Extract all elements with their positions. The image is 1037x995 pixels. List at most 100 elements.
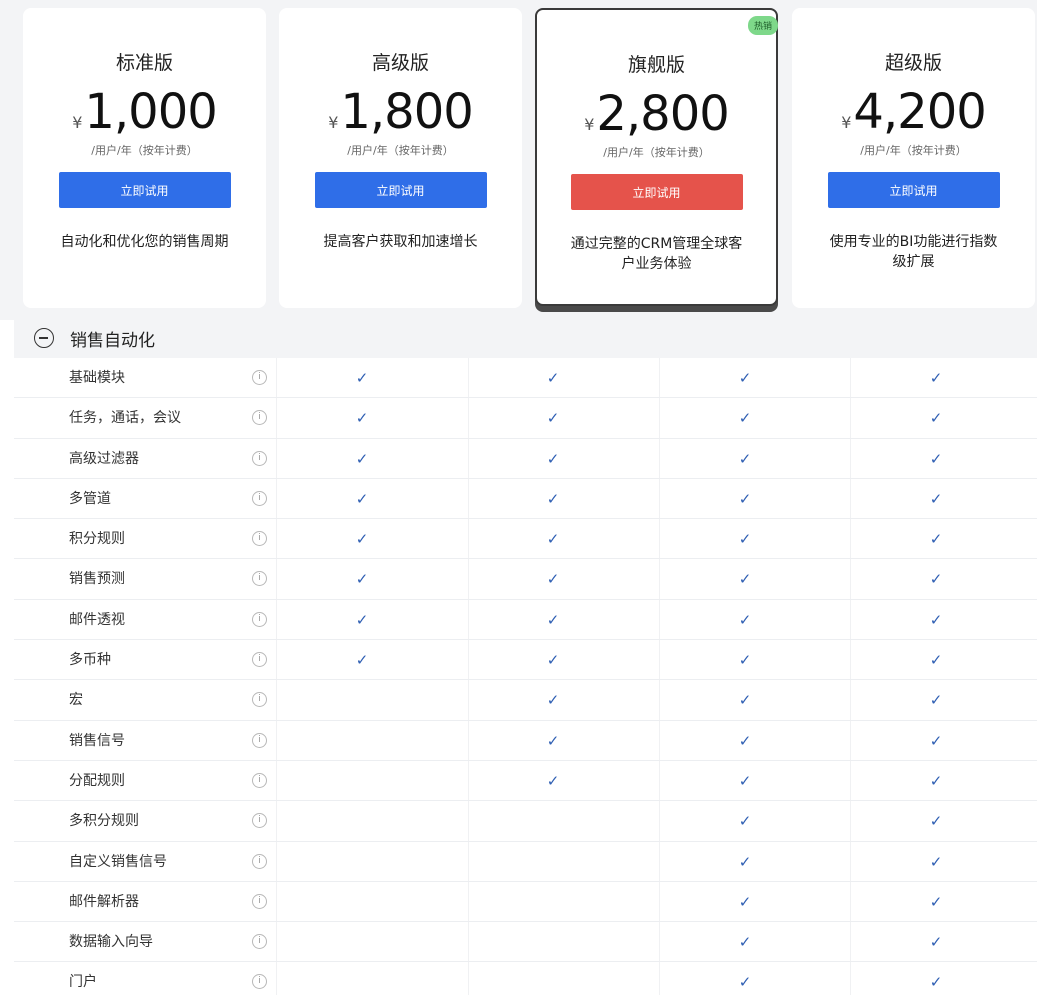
check-icon: ✓ bbox=[929, 771, 943, 790]
column-divider bbox=[276, 640, 277, 680]
table-row: 分配规则 i ✓ ✓ ✓ bbox=[14, 760, 1037, 802]
column-divider bbox=[659, 438, 660, 478]
column-divider bbox=[276, 599, 277, 640]
try-now-button[interactable]: 立即试用 bbox=[314, 172, 487, 208]
check-icon: ✓ bbox=[929, 731, 943, 750]
info-icon[interactable]: i bbox=[252, 531, 267, 547]
column-divider bbox=[659, 398, 660, 438]
column-divider bbox=[468, 438, 469, 478]
check-icon: ✓ bbox=[546, 570, 560, 589]
info-icon[interactable]: i bbox=[252, 934, 267, 950]
check-icon: ✓ bbox=[546, 731, 560, 750]
info-icon[interactable]: i bbox=[252, 450, 267, 466]
plan-description: 通过完整的CRM管理全球客户业务体验 bbox=[570, 236, 743, 272]
feature-name: 积分规则 bbox=[69, 531, 125, 548]
column-divider bbox=[850, 478, 851, 519]
info-icon[interactable]: i bbox=[252, 370, 267, 385]
column-divider bbox=[468, 559, 469, 599]
check-icon: ✓ bbox=[929, 369, 943, 387]
currency-symbol: ¥ bbox=[328, 113, 339, 132]
try-now-button[interactable]: 立即试用 bbox=[58, 172, 231, 208]
info-icon[interactable]: i bbox=[252, 772, 267, 788]
column-divider bbox=[468, 358, 469, 398]
try-now-button[interactable]: 立即试用 bbox=[827, 172, 1000, 208]
column-divider bbox=[468, 478, 469, 519]
column-divider bbox=[850, 438, 851, 478]
column-divider bbox=[468, 599, 469, 640]
plan-card-standard: 标准版 ¥ 1,000 /用户/年（按年计费） 立即试用 自动化和优化您的销售周… bbox=[23, 8, 266, 308]
price-row: ¥ 1,000 bbox=[72, 86, 218, 138]
check-icon: ✓ bbox=[738, 449, 752, 468]
check-icon: ✓ bbox=[738, 651, 752, 670]
column-divider bbox=[850, 962, 851, 995]
feature-name: 分配规则 bbox=[69, 772, 125, 789]
column-divider bbox=[276, 438, 277, 478]
column-divider bbox=[468, 680, 469, 720]
section-header-sales-automation[interactable]: 销售自动化 bbox=[14, 318, 1037, 358]
check-icon: ✓ bbox=[929, 973, 943, 992]
feature-name: 多积分规则 bbox=[69, 813, 139, 830]
currency-symbol: ¥ bbox=[841, 113, 852, 132]
check-icon: ✓ bbox=[738, 812, 752, 831]
check-icon: ✓ bbox=[546, 651, 560, 670]
column-divider bbox=[850, 922, 851, 962]
info-icon[interactable]: i bbox=[252, 611, 267, 627]
plan-card-flagship: 热销 旗舰版 ¥ 2,800 /用户/年（按年计费） 立即试用 通过完整的CRM… bbox=[535, 8, 778, 306]
column-divider bbox=[659, 680, 660, 720]
table-row: 门户 i ✓ ✓ bbox=[14, 962, 1037, 995]
price-unit: /用户/年（按年计费） bbox=[603, 146, 710, 159]
check-icon: ✓ bbox=[929, 489, 943, 508]
column-divider bbox=[276, 881, 277, 922]
info-icon[interactable]: i bbox=[252, 813, 267, 829]
feature-name: 数据输入向导 bbox=[69, 934, 153, 951]
check-icon: ✓ bbox=[738, 530, 752, 549]
check-icon: ✓ bbox=[546, 489, 560, 508]
info-icon[interactable]: i bbox=[252, 692, 267, 708]
check-icon: ✓ bbox=[738, 489, 752, 508]
info-icon[interactable]: i bbox=[252, 974, 267, 990]
table-row: 积分规则 i ✓ ✓ ✓ ✓ bbox=[14, 519, 1037, 560]
column-divider bbox=[659, 720, 660, 760]
table-row: 数据输入向导 i ✓ ✓ bbox=[14, 922, 1037, 963]
check-icon: ✓ bbox=[929, 651, 943, 670]
column-divider bbox=[659, 760, 660, 801]
check-icon: ✓ bbox=[738, 973, 752, 992]
check-icon: ✓ bbox=[929, 691, 943, 710]
info-icon[interactable]: i bbox=[252, 652, 267, 668]
info-icon[interactable]: i bbox=[252, 732, 267, 748]
table-row: 销售信号 i ✓ ✓ ✓ bbox=[14, 720, 1037, 761]
plan-name: 高级版 bbox=[371, 52, 429, 74]
info-icon[interactable]: i bbox=[252, 571, 267, 587]
column-divider bbox=[468, 801, 469, 841]
plan-description: 提高客户获取和加速增长 bbox=[323, 234, 478, 250]
info-icon[interactable]: i bbox=[252, 410, 267, 426]
column-divider bbox=[850, 640, 851, 680]
table-row: 多积分规则 i ✓ ✓ bbox=[14, 801, 1037, 842]
feature-name: 邮件透视 bbox=[69, 611, 125, 628]
plan-description: 自动化和优化您的销售周期 bbox=[60, 234, 229, 250]
column-divider bbox=[850, 841, 851, 881]
info-icon[interactable]: i bbox=[252, 853, 267, 869]
plan-price: 2,800 bbox=[596, 86, 729, 142]
table-row: 多管道 i ✓ ✓ ✓ ✓ bbox=[14, 478, 1037, 520]
column-divider bbox=[850, 398, 851, 438]
check-icon: ✓ bbox=[355, 530, 369, 549]
check-icon: ✓ bbox=[929, 892, 943, 911]
column-divider bbox=[850, 559, 851, 599]
table-row: 基础模块 i ✓ ✓ ✓ ✓ bbox=[14, 358, 1037, 399]
column-divider bbox=[276, 478, 277, 519]
column-divider bbox=[659, 478, 660, 519]
plan-price: 4,200 bbox=[853, 84, 986, 140]
check-icon: ✓ bbox=[355, 651, 369, 670]
info-icon[interactable]: i bbox=[252, 490, 267, 506]
try-now-button[interactable]: 立即试用 bbox=[570, 174, 743, 210]
hot-badge: 热销 bbox=[747, 16, 778, 35]
column-divider bbox=[276, 922, 277, 962]
column-divider bbox=[659, 358, 660, 398]
feature-table: 基础模块 i ✓ ✓ ✓ ✓ 任务，通话，会议 i ✓ ✓ ✓ ✓ 高级过滤器 i ✓ ✓ ✓ ✓ 多管道 i ✓ ✓ ✓ ✓… bbox=[14, 358, 1037, 995]
minus-circle-icon[interactable] bbox=[34, 328, 54, 348]
feature-name: 自定义销售信号 bbox=[69, 853, 167, 870]
pricing-plans: 标准版 ¥ 1,000 /用户/年（按年计费） 立即试用 自动化和优化您的销售周… bbox=[23, 8, 1037, 313]
section-title: 销售自动化 bbox=[70, 330, 155, 351]
info-icon[interactable]: i bbox=[252, 893, 267, 909]
